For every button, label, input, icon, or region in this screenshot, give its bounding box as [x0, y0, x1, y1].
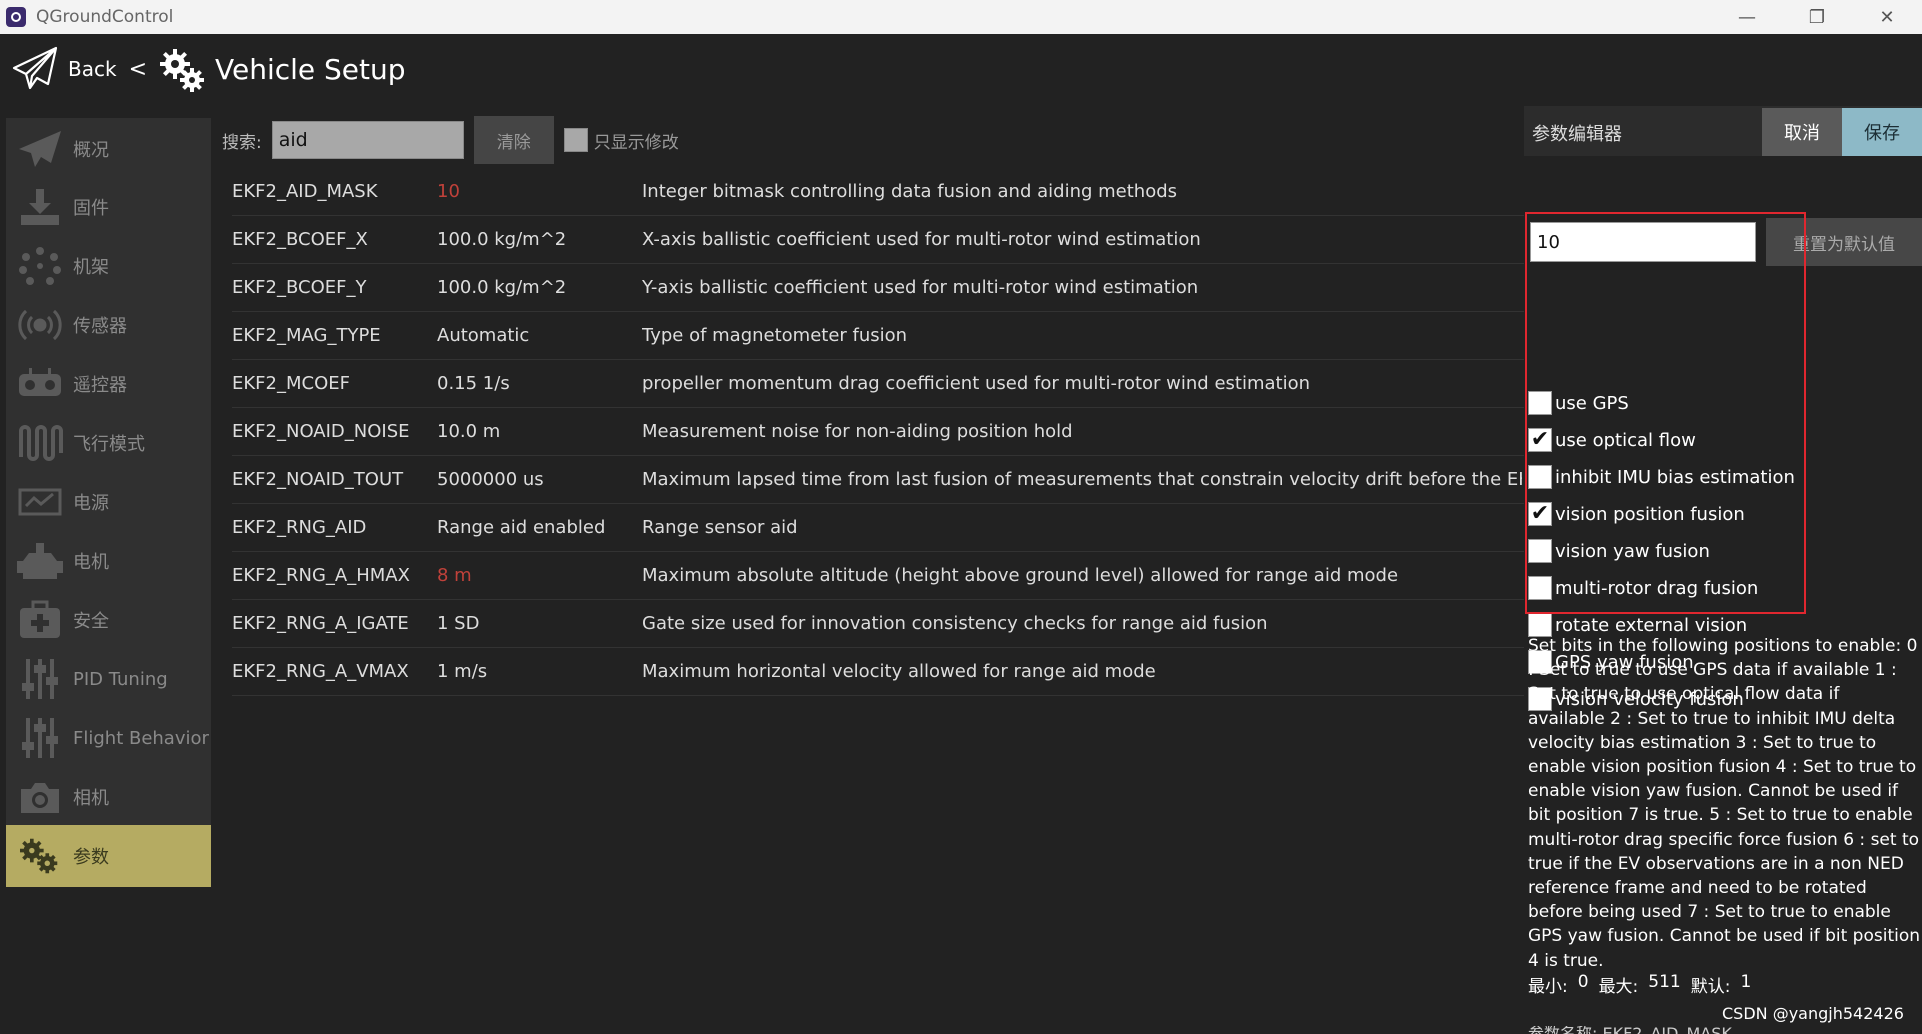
- minimize-button[interactable]: —: [1712, 0, 1782, 34]
- window-title: QGroundControl: [36, 7, 174, 27]
- table-row[interactable]: EKF2_RNG_A_VMAX 1 m/s Maximum horizontal…: [232, 648, 1524, 696]
- bit-checkbox[interactable]: [1528, 391, 1552, 415]
- sensor-icon: [14, 300, 66, 350]
- search-label: 搜索:: [222, 132, 262, 153]
- editor-header: 参数编辑器 取消 保存: [1524, 106, 1922, 156]
- table-row[interactable]: EKF2_MAG_TYPE Automatic Type of magnetom…: [232, 312, 1524, 360]
- show-modified-label: 只显示修改: [593, 132, 679, 153]
- app-header: Back < Vehicle Setup: [0, 34, 1922, 104]
- close-button[interactable]: ✕: [1852, 0, 1922, 34]
- medkit-icon: [14, 595, 66, 645]
- bit-checkbox-row[interactable]: inhibit IMU bias estimation: [1528, 460, 1795, 494]
- plane-icon: [14, 124, 66, 174]
- bit-checkbox[interactable]: [1528, 539, 1552, 563]
- sidebar-item-flight-behavior[interactable]: Flight Behavior: [6, 707, 211, 769]
- range-info: 最小: 0 最大: 511 默认: 1: [1528, 972, 1752, 997]
- remote-control-icon: [14, 359, 66, 409]
- table-row[interactable]: EKF2_BCOEF_X 100.0 kg/m^2 X-axis ballist…: [232, 216, 1524, 264]
- gears-icon: [14, 831, 66, 881]
- bit-checkbox[interactable]: [1528, 576, 1552, 600]
- sidebar-item-parameters[interactable]: 参数: [6, 825, 211, 887]
- search-bar: 搜索: aid 清除 只显示修改: [222, 116, 679, 164]
- sidebar-item-power[interactable]: 电源: [6, 471, 211, 533]
- airframe-icon: [14, 241, 66, 291]
- bit-checkbox-row[interactable]: ✔ vision position fusion: [1528, 497, 1745, 531]
- camera-icon: [14, 772, 66, 822]
- bit-checkbox-row[interactable]: use GPS: [1528, 386, 1629, 420]
- bit-checkbox[interactable]: ✔: [1528, 428, 1552, 452]
- restore-button[interactable]: ❐: [1782, 0, 1852, 34]
- sidebar-item-summary[interactable]: 概况: [6, 118, 211, 180]
- sidebar-item-firmware[interactable]: 固件: [6, 176, 211, 238]
- checkmark-icon: ✔: [1530, 501, 1550, 526]
- download-icon: [14, 182, 66, 232]
- gears-icon: [160, 49, 204, 92]
- sidebar-item-camera[interactable]: 相机: [6, 766, 211, 828]
- sidebar-item-pid-tuning[interactable]: PID Tuning: [6, 648, 211, 710]
- window-titlebar: QGroundControl — ❐ ✕: [0, 0, 1922, 34]
- back-chevron: <: [128, 56, 147, 82]
- value-input[interactable]: 10: [1530, 222, 1756, 262]
- battery-icon: [14, 477, 66, 527]
- motor-icon: [14, 536, 66, 586]
- table-row[interactable]: EKF2_RNG_A_IGATE 1 SD Gate size used for…: [232, 600, 1524, 648]
- parameter-list-panel: 搜索: aid 清除 只显示修改 EKF2_AID_MASK 10 Intege…: [214, 104, 1524, 1034]
- table-row[interactable]: EKF2_NOAID_NOISE 10.0 m Measurement nois…: [232, 408, 1524, 456]
- editor-title: 参数编辑器: [1532, 124, 1622, 145]
- table-row[interactable]: EKF2_AID_MASK 10 Integer bitmask control…: [232, 168, 1524, 216]
- bit-checkbox[interactable]: [1528, 465, 1552, 489]
- reset-default-button[interactable]: 重置为默认值: [1766, 218, 1922, 266]
- table-row[interactable]: EKF2_RNG_A_HMAX 8 m Maximum absolute alt…: [232, 552, 1524, 600]
- sidebar-item-flight-modes[interactable]: 飞行模式: [6, 412, 211, 474]
- setup-sidebar: 概况 固件 机架 传感器 遥控器 飞行模式 电源 电机 安全 PID Tunin…: [0, 104, 214, 1034]
- bit-checkbox-row[interactable]: ✔ use optical flow: [1528, 423, 1696, 457]
- sidebar-item-safety[interactable]: 安全: [6, 589, 211, 651]
- table-row[interactable]: EKF2_BCOEF_Y 100.0 kg/m^2 Y-axis ballist…: [232, 264, 1524, 312]
- search-input[interactable]: aid: [271, 121, 464, 159]
- table-row[interactable]: EKF2_NOAID_TOUT 5000000 us Maximum lapse…: [232, 456, 1524, 504]
- sidebar-item-sensors[interactable]: 传感器: [6, 294, 211, 356]
- sliders-icon: [14, 713, 66, 763]
- cancel-button[interactable]: 取消: [1762, 108, 1842, 156]
- parameter-help-text: Set bits in the following positions to e…: [1528, 636, 1921, 971]
- sidebar-item-motors[interactable]: 电机: [6, 530, 211, 592]
- param-name-cutoff: 参数名称: EKF2_AID_MASK: [1528, 1026, 1732, 1034]
- parameter-table: EKF2_AID_MASK 10 Integer bitmask control…: [232, 168, 1524, 696]
- clear-button[interactable]: 清除: [473, 116, 554, 164]
- table-row[interactable]: EKF2_MCOEF 0.15 1/s propeller momentum d…: [232, 360, 1524, 408]
- page-title: Vehicle Setup: [215, 52, 406, 86]
- table-row[interactable]: EKF2_RNG_AID Range aid enabled Range sen…: [232, 504, 1524, 552]
- bit-checkbox-row[interactable]: vision yaw fusion: [1528, 534, 1710, 568]
- paper-plane-icon[interactable]: [10, 44, 60, 94]
- checkmark-icon: ✔: [1530, 427, 1550, 452]
- save-button[interactable]: 保存: [1842, 108, 1922, 156]
- bit-checkbox[interactable]: ✔: [1528, 502, 1552, 526]
- back-button[interactable]: Back: [68, 57, 117, 81]
- show-modified-checkbox[interactable]: [563, 128, 588, 152]
- wave-icon: [14, 418, 66, 468]
- watermark: CSDN @yangjh542426: [1722, 1004, 1904, 1023]
- app-logo-icon: [6, 7, 26, 27]
- bit-checkbox-row[interactable]: multi-rotor drag fusion: [1528, 571, 1758, 605]
- sidebar-item-airframe[interactable]: 机架: [6, 235, 211, 297]
- parameter-editor-panel: 参数编辑器 取消 保存 10 重置为默认值 use GPS ✔ use opti…: [1524, 104, 1922, 1034]
- sliders-icon: [14, 654, 66, 704]
- sidebar-item-radio[interactable]: 遥控器: [6, 353, 211, 415]
